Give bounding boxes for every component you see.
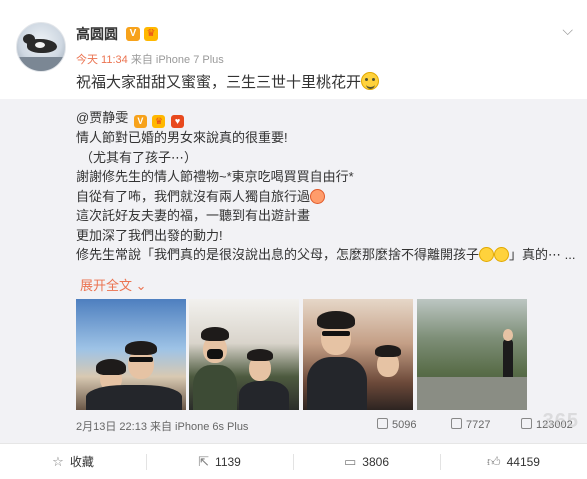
avatar[interactable] (16, 22, 66, 72)
person-hair (317, 311, 355, 329)
repost-line-text: 」真的⋯ ... (509, 247, 576, 262)
thumbs-up-icon: 👍︎ (487, 454, 501, 469)
repost-button[interactable]: ⇱ 1139 (146, 444, 293, 479)
watermark: 365 (542, 410, 579, 432)
repost-line: 自從有了咘，我們就沒有兩人獨自旅行過 (76, 187, 576, 207)
verified-icon: V (126, 27, 140, 41)
repost-author: @贾静雯 V ♛ ♥ (76, 107, 185, 128)
sunglasses (322, 331, 350, 336)
favorite-button[interactable]: ☆ 收藏 (0, 444, 146, 479)
like-button[interactable]: 👍︎ 44159 (440, 444, 587, 479)
person-coat (239, 381, 289, 410)
repost-icon: ⇱ (198, 454, 210, 469)
repost-photo-4[interactable] (417, 299, 527, 410)
face-mask (207, 349, 223, 359)
repost-count: 1139 (215, 455, 241, 469)
weibo-post: 高圆圆 V ♛ ⌵ 今天 11:34 来自 iPhone 7 Plus 祝福大家… (0, 0, 587, 479)
repost-count-value: 5096 (392, 419, 417, 431)
grin-emoji-icon (361, 72, 380, 90)
repost-source: 来自 iPhone 6s Plus (150, 421, 249, 433)
action-bar: ☆ 收藏 ⇱ 1139 ▭ 3806 👍︎ 44159 (0, 443, 587, 479)
star-icon: ☆ (52, 454, 64, 469)
repost-photo-1[interactable] (76, 299, 186, 410)
vip-crown-icon[interactable]: ♛ (144, 27, 158, 41)
comment-count: 3806 (362, 455, 389, 469)
repost-photo-2[interactable] (189, 299, 299, 410)
username[interactable]: 高圆圆 (76, 24, 118, 44)
like-icon (521, 418, 532, 429)
person-coat (86, 385, 182, 410)
person-coat (193, 365, 237, 410)
repost-icon (377, 418, 388, 429)
repost-text: 情人節對已婚的男女來說真的很重要! （尤其有了孩子⋯） 謝謝修先生的情人節禮物~… (76, 128, 576, 265)
avatar-background (17, 57, 65, 71)
expand-full-text-link[interactable]: 展开全文 ⌄ (80, 275, 147, 294)
person-hair (247, 349, 273, 361)
repost-line: 更加深了我們出發的動力! (76, 227, 223, 243)
person-hair (125, 341, 157, 355)
post-text: 祝福大家甜甜又蜜蜜，三生三世十里桃花开 (76, 71, 380, 92)
repost-line: 謝謝修先生的情人節禮物~*東京吃喝買買自由行* (76, 169, 354, 184)
comment-icon (451, 418, 462, 429)
repost-date[interactable]: 2月13日 22:13 (76, 421, 147, 433)
repost-comment-count[interactable]: 7727 (451, 418, 490, 431)
repost-line: 修先生常說「我們真的是很沒說出息的父母，怎麼那麼捨不得離開孩子 」真的⋯ ... (76, 245, 576, 265)
post-time[interactable]: 今天 11:34 (76, 54, 128, 66)
avatar-cat-image (23, 34, 57, 53)
comment-button[interactable]: ▭ 3806 (293, 444, 440, 479)
repost-meta: 2月13日 22:13 来自 iPhone 6s Plus (76, 418, 248, 434)
person-coat (307, 357, 367, 410)
post-meta: 今天 11:34 来自 iPhone 7 Plus (76, 51, 224, 67)
chevron-down-icon: ⌄ (135, 278, 147, 293)
favorite-label: 收藏 (69, 455, 94, 469)
sad-emoji-icon (310, 188, 326, 204)
repost-author-name[interactable]: @贾静雯 (76, 110, 128, 125)
heart-badge-icon[interactable]: ♥ (171, 115, 185, 128)
post-text-content: 祝福大家甜甜又蜜蜜，三生三世十里桃花开 (76, 74, 362, 91)
repost-repost-count[interactable]: 5096 (377, 418, 416, 431)
person-face (503, 329, 513, 341)
person-hair (96, 359, 126, 375)
laugh-emoji-icon (479, 247, 495, 262)
sunglasses (129, 357, 153, 362)
comment-icon: ▭ (344, 454, 357, 469)
repost-line: （尤其有了孩子⋯） (80, 149, 198, 165)
person-hair (201, 327, 229, 341)
comment-count-value: 7727 (466, 419, 491, 431)
shocked-emoji-icon (494, 247, 510, 262)
repost-photo-3[interactable] (303, 299, 413, 410)
repost-line-text: 自從有了咘，我們就沒有兩人獨自旅行過 (76, 188, 311, 204)
repost-line-text: 修先生常說「我們真的是很沒說出息的父母，怎麼那麼捨不得離開孩子 (76, 247, 480, 262)
person-hair (375, 345, 401, 357)
repost-line: 情人節對已婚的男女來說真的很重要! (76, 130, 288, 145)
repost-line: 這次託好友夫妻的福，一聽到有出遊計畫 (76, 208, 311, 223)
ground (417, 377, 527, 410)
expand-label: 展开全文 (80, 278, 133, 293)
vip-crown-icon[interactable]: ♛ (152, 115, 166, 128)
like-count: 44159 (506, 455, 540, 469)
post-source: 来自 iPhone 7 Plus (130, 54, 224, 66)
post-menu-chevron-icon[interactable]: ⌵ (562, 22, 573, 39)
verified-icon: V (133, 115, 147, 128)
